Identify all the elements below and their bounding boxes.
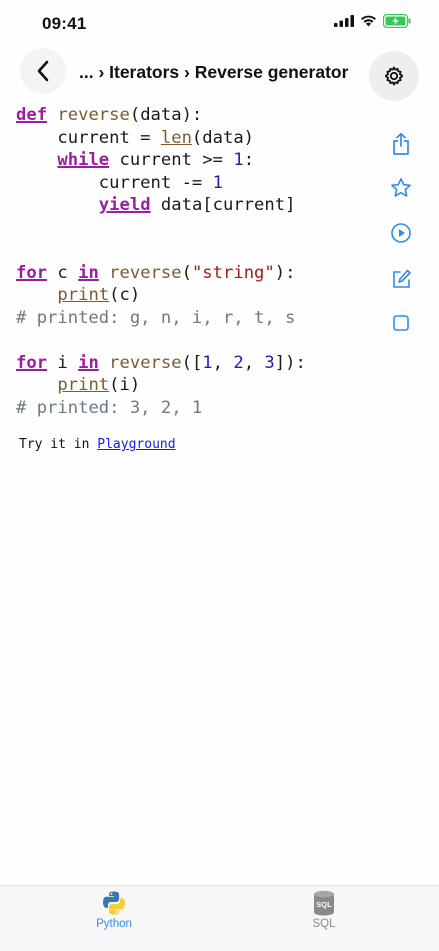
code-line: for i in reverse([1, 2, 3]): (16, 353, 306, 373)
back-button[interactable] (20, 48, 66, 94)
code-text: c (47, 262, 79, 283)
code-text: ([ (181, 352, 203, 373)
builtin-link[interactable]: len (161, 128, 192, 148)
code-text: current >= (109, 150, 234, 170)
number-literal: 1 (202, 352, 213, 373)
code-text: i (47, 352, 79, 373)
tab-python[interactable]: Python (74, 890, 154, 930)
code-line: current -= 1 (16, 173, 223, 193)
code-text: , (243, 352, 265, 373)
code-line: for c in reverse("string"): (16, 263, 295, 283)
code-text: (c) (109, 285, 141, 305)
function-name: reverse (57, 105, 130, 125)
star-icon (391, 178, 411, 197)
keyword[interactable]: for (16, 353, 47, 373)
tab-label: SQL (312, 918, 336, 930)
code-line: print(c) (16, 285, 140, 305)
tab-label: Python (96, 918, 132, 930)
gear-icon (385, 66, 403, 86)
code-text: (data) (191, 127, 255, 148)
code-text: ]): (274, 352, 306, 373)
code-text: current -= (16, 172, 213, 193)
status-icons (334, 14, 411, 28)
keyword[interactable]: while (57, 150, 109, 170)
function-name: reverse (98, 352, 182, 373)
python-icon (103, 891, 125, 915)
status-time: 09:41 (42, 14, 87, 33)
battery-charging-icon (383, 14, 411, 28)
code-line: yield data[current] (16, 195, 296, 215)
signal-icon (334, 15, 354, 27)
breadcrumb: ... › Iterators › Reverse generator (79, 62, 349, 82)
code-line: while current >= 1: (16, 150, 254, 170)
code-block: def reverse(data): current = len(data) w… (16, 104, 306, 419)
code-text: (data): (129, 105, 203, 125)
keyword[interactable]: in (78, 263, 99, 283)
code-line: print(i) (16, 375, 140, 395)
tab-sql[interactable]: SQL SQL (284, 890, 364, 930)
share-button[interactable] (388, 131, 414, 157)
edit-button[interactable] (388, 266, 414, 292)
sql-database-icon: SQL (314, 890, 334, 916)
number-literal: 1 (233, 150, 244, 170)
keyword[interactable]: def (16, 105, 47, 125)
try-it-prefix: Try it in (19, 437, 98, 452)
keyword[interactable]: in (78, 353, 99, 373)
code-line: def reverse(data): (16, 105, 202, 125)
code-text: : (243, 150, 255, 170)
run-button[interactable] (388, 220, 414, 246)
try-it-line: Try it in Playground (19, 437, 176, 452)
tab-bar: Python SQL SQL (0, 885, 439, 951)
settings-button[interactable] (369, 51, 419, 101)
playground-link[interactable]: Playground (97, 437, 175, 452)
chevron-left-icon (37, 60, 49, 82)
number-literal: 2 (233, 352, 244, 373)
square-icon (393, 315, 409, 331)
code-text: current = (16, 127, 161, 148)
builtin-link[interactable]: print (57, 375, 109, 395)
number-literal: 1 (212, 172, 223, 193)
wifi-icon (361, 15, 376, 27)
share-icon (393, 132, 409, 155)
code-text: (i) (109, 375, 141, 395)
select-button[interactable] (388, 310, 414, 336)
code-text: data[current] (150, 195, 296, 215)
keyword[interactable]: yield (99, 195, 151, 215)
svg-text:SQL: SQL (316, 900, 332, 909)
string-literal: "string" (191, 262, 275, 283)
function-name: reverse (98, 262, 182, 283)
edit-icon (393, 269, 411, 288)
number-literal: 3 (264, 352, 275, 373)
builtin-link[interactable]: print (57, 285, 109, 305)
keyword[interactable]: for (16, 263, 47, 283)
code-line: current = len(data) (16, 128, 254, 148)
play-icon (391, 223, 411, 243)
code-comment: # printed: g, n, i, r, t, s (16, 307, 296, 328)
code-text: ): (274, 262, 296, 283)
code-comment: # printed: 3, 2, 1 (16, 397, 203, 418)
favorite-button[interactable] (388, 175, 414, 201)
code-text: ( (181, 262, 192, 283)
code-text: , (212, 352, 234, 373)
